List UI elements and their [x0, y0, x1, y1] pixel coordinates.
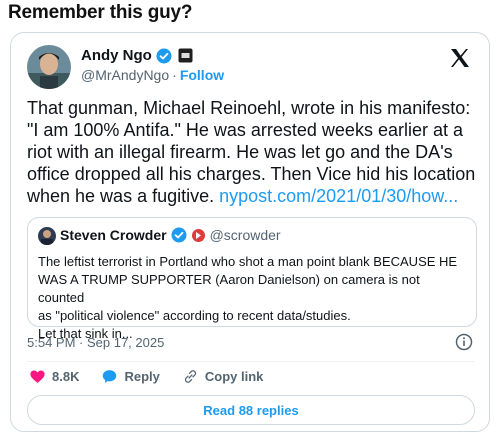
tweet-timestamp[interactable]: 5:54 PM · Sep 17, 2025 [27, 335, 164, 350]
author-name-row: Andy Ngo [81, 47, 193, 64]
reply-button[interactable]: Reply [101, 368, 160, 385]
reply-bubble-icon [103, 370, 117, 383]
verified-badge-icon [156, 48, 172, 64]
tweet-card[interactable]: Andy Ngo @MrAndyNgo · Follow That gunman… [10, 32, 490, 432]
author-name[interactable]: Andy Ngo [81, 47, 152, 64]
heart-icon [30, 370, 45, 383]
like-count: 8.8K [52, 369, 80, 384]
author-handle[interactable]: @MrAndyNgo [81, 67, 169, 83]
page-headline: Remember this guy? [8, 2, 193, 23]
author-avatar[interactable] [27, 45, 71, 89]
reply-label: Reply [124, 369, 160, 384]
pm-badge-icon [178, 48, 193, 63]
read-replies-button[interactable]: Read 88 replies [27, 395, 475, 425]
tweet-link[interactable]: nypost.com/2021/01/30/how... [219, 186, 458, 206]
copy-link-label: Copy link [204, 369, 264, 384]
quote-verified-badge-icon [171, 227, 187, 243]
quote-text-line: The leftist terrorist in Portland who sh… [38, 254, 458, 269]
like-button[interactable]: 8.8K [29, 368, 79, 385]
x-logo-icon[interactable] [449, 47, 471, 69]
quote-author-name: Steven Crowder [60, 227, 167, 243]
divider [27, 361, 475, 362]
follow-button[interactable]: Follow [180, 67, 224, 83]
quote-text-line: as "political violence" according to rec… [38, 308, 351, 323]
info-icon[interactable] [455, 333, 473, 351]
tweet-actions: 8.8K Reply Copy link [29, 368, 263, 385]
handle-separator: · [172, 67, 177, 83]
quote-text: The leftist terrorist in Portland who sh… [38, 253, 468, 343]
flag-emoji-icon [191, 228, 206, 243]
quoted-tweet[interactable]: Steven Crowder @scrowder The leftist ter… [27, 217, 477, 341]
tweet-body: That gunman, Michael Reinoehl, wrote in … [27, 97, 479, 207]
link-icon [184, 370, 196, 383]
quote-author-avatar [38, 227, 56, 245]
quote-header: Steven Crowder @scrowder [60, 227, 281, 243]
quote-author-handle: @scrowder [209, 227, 281, 243]
copy-link-button[interactable]: Copy link [182, 368, 264, 385]
quote-text-line: WAS A TRUMP SUPPORTER (Aaron Danielson) … [38, 272, 420, 305]
author-handle-row: @MrAndyNgo · Follow [81, 67, 224, 83]
